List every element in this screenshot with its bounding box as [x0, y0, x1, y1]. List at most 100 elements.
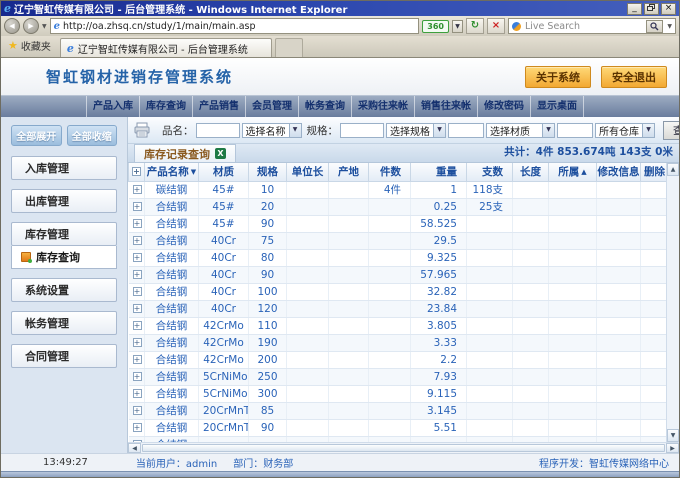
restore-button[interactable] — [644, 3, 659, 15]
material-select[interactable]: 选择材质▼ — [486, 123, 555, 138]
expand-icon[interactable]: + — [133, 389, 142, 398]
row-expand-cell[interactable]: + — [129, 368, 145, 385]
cell-delete[interactable] — [641, 266, 667, 283]
address-bar[interactable]: e http://oa.zhsq.cn/study/1/main/main.as… — [50, 18, 420, 34]
row-expand-cell[interactable]: + — [129, 317, 145, 334]
cell-delete[interactable] — [641, 215, 667, 232]
expand-icon[interactable]: + — [133, 270, 142, 279]
expand-icon[interactable]: + — [133, 406, 142, 415]
about-system-button[interactable]: 关于系统 — [525, 66, 591, 88]
printer-icon[interactable] — [133, 122, 151, 138]
material-input[interactable] — [448, 123, 484, 138]
sidebar-group-button[interactable]: 合同管理 — [11, 344, 117, 368]
cell-delete[interactable] — [641, 198, 667, 215]
warehouse-input[interactable] — [557, 123, 593, 138]
cell-delete[interactable] — [641, 249, 667, 266]
menu-item-6[interactable]: 采购往来帐 — [352, 96, 415, 117]
sidebar-group-button[interactable]: 库存管理 — [11, 222, 117, 246]
expand-icon[interactable]: + — [133, 236, 142, 245]
inventory-query-tab[interactable]: 库存记录查询 X — [134, 144, 236, 162]
cell-delete[interactable] — [641, 300, 667, 317]
column-header-length[interactable]: 长度 — [513, 163, 549, 181]
expand-icon[interactable]: + — [133, 423, 142, 432]
cell-delete[interactable] — [641, 232, 667, 249]
scrollbar-thumb[interactable] — [142, 444, 665, 452]
scroll-right-icon[interactable]: ▶ — [666, 443, 679, 453]
column-header-weight[interactable]: 重量 — [411, 163, 467, 181]
row-expand-cell[interactable]: + — [129, 334, 145, 351]
menu-item-3[interactable]: 产品销售 — [193, 96, 246, 117]
warehouse-select[interactable]: 所有仓库▼ — [595, 123, 655, 138]
vertical-scrollbar[interactable]: ▲ ▼ — [666, 163, 679, 442]
row-expand-cell[interactable]: + — [129, 266, 145, 283]
logout-button[interactable]: 安全退出 — [601, 66, 667, 88]
sidebar-item[interactable]: 库存查询 — [11, 246, 117, 269]
cell-delete[interactable] — [641, 368, 667, 385]
sidebar-group-button[interactable]: 出库管理 — [11, 189, 117, 213]
expand-icon[interactable]: + — [133, 287, 142, 296]
cell-delete[interactable] — [641, 181, 667, 198]
search-input[interactable]: Live Search ▼ — [508, 18, 676, 34]
row-expand-cell[interactable]: + — [129, 181, 145, 198]
expand-icon[interactable]: + — [133, 185, 142, 194]
scroll-left-icon[interactable]: ◀ — [128, 443, 141, 453]
address-url[interactable]: http://oa.zhsq.cn/study/1/main/main.asp — [63, 21, 256, 32]
expand-icon[interactable]: + — [133, 304, 142, 313]
refresh-button[interactable]: ↻ — [466, 18, 484, 34]
column-header-product-name[interactable]: 产品名称▼ — [145, 163, 199, 181]
sidebar-group-button[interactable]: 帐务管理 — [11, 311, 117, 335]
menu-item-1[interactable]: 产品入库 — [86, 96, 140, 117]
favorites-button[interactable]: ★ 收藏夹 — [4, 38, 57, 57]
column-header-origin[interactable]: 产地 — [329, 163, 369, 181]
spec-input[interactable] — [340, 123, 384, 138]
expand-icon[interactable]: + — [133, 355, 142, 364]
row-expand-cell[interactable]: + — [129, 419, 145, 436]
horizontal-scrollbar[interactable]: ◀ ▶ — [128, 442, 679, 453]
cell-delete[interactable] — [641, 351, 667, 368]
expand-icon[interactable]: + — [133, 372, 142, 381]
history-dropdown-icon[interactable]: ▼ — [42, 23, 47, 30]
menu-item-8[interactable]: 修改密码 — [478, 96, 531, 117]
badge-360[interactable]: 360 — [422, 20, 449, 33]
cell-delete[interactable] — [641, 385, 667, 402]
menu-item-2[interactable]: 库存查询 — [140, 96, 193, 117]
row-expand-cell[interactable]: + — [129, 385, 145, 402]
column-header-material[interactable]: 材质 — [199, 163, 249, 181]
browser-tab[interactable]: e 辽宁智虹传媒有限公司 - 后台管理系统 — [60, 38, 272, 57]
stop-button[interactable]: × — [487, 18, 505, 34]
cell-delete[interactable] — [641, 283, 667, 300]
row-expand-cell[interactable]: + — [129, 351, 145, 368]
expand-all-button[interactable]: 全部展开 — [11, 125, 62, 146]
column-header-piece-count[interactable]: 件数 — [369, 163, 411, 181]
expand-icon[interactable]: + — [133, 219, 142, 228]
expand-icon[interactable]: + — [133, 338, 142, 347]
row-expand-cell[interactable]: + — [129, 215, 145, 232]
name-select[interactable]: 选择名称▼ — [242, 123, 302, 138]
row-expand-cell[interactable]: + — [129, 249, 145, 266]
expand-icon[interactable]: + — [132, 167, 141, 176]
expand-all-header[interactable]: + — [129, 163, 145, 181]
menu-item-9[interactable]: 显示桌面 — [531, 96, 584, 117]
menu-item-7[interactable]: 销售往来帐 — [415, 96, 478, 117]
row-expand-cell[interactable]: + — [129, 232, 145, 249]
minimize-button[interactable]: _ — [627, 3, 642, 15]
new-tab-button[interactable] — [275, 38, 303, 57]
column-header-modify-info[interactable]: 修改信息 — [597, 163, 641, 181]
row-expand-cell[interactable]: + — [129, 198, 145, 215]
expand-icon[interactable]: + — [133, 202, 142, 211]
column-header-unit-length[interactable]: 单位长 — [287, 163, 329, 181]
back-button[interactable]: ◀ — [4, 18, 20, 34]
name-input[interactable] — [196, 123, 240, 138]
column-header-bar-count[interactable]: 支数 — [467, 163, 513, 181]
expand-icon[interactable]: + — [133, 253, 142, 262]
row-expand-cell[interactable]: + — [129, 300, 145, 317]
spec-select[interactable]: 选择规格▼ — [386, 123, 446, 138]
cell-delete[interactable] — [641, 334, 667, 351]
row-expand-cell[interactable]: + — [129, 402, 145, 419]
menu-item-4[interactable]: 会员管理 — [246, 96, 299, 117]
sidebar-group-button[interactable]: 入库管理 — [11, 156, 117, 180]
scroll-down-icon[interactable]: ▼ — [667, 429, 679, 442]
column-header-spec[interactable]: 规格 — [249, 163, 287, 181]
menu-item-5[interactable]: 帐务查询 — [299, 96, 352, 117]
cell-delete[interactable] — [641, 419, 667, 436]
